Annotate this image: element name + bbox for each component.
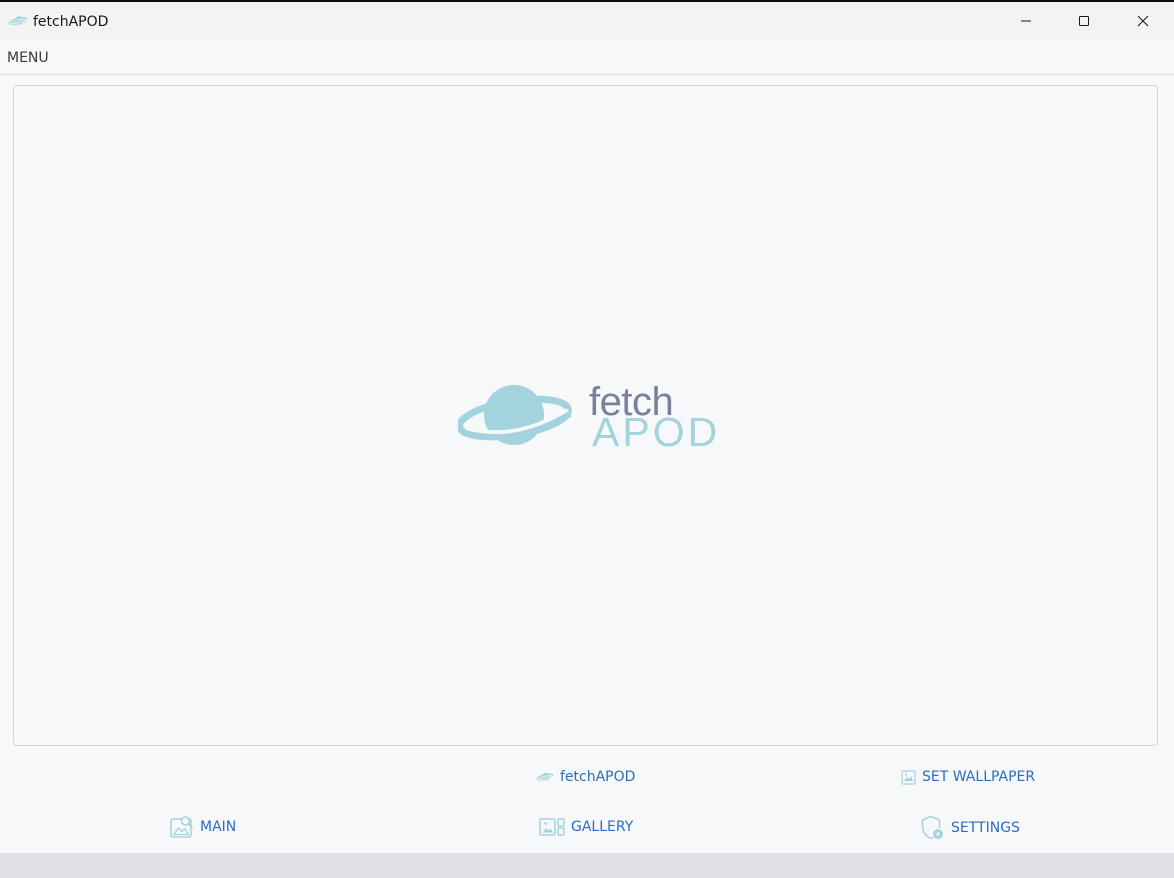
image-search-icon xyxy=(170,816,193,838)
wallpaper-icon xyxy=(901,769,916,785)
image-viewer-panel: fetch APOD xyxy=(13,85,1158,746)
nav-main-label: MAIN xyxy=(200,819,237,835)
gallery-icon xyxy=(539,818,565,836)
close-button[interactable] xyxy=(1114,2,1172,40)
app-window: fetchAPOD MENU fetch APOD fetchAPOD SET … xyxy=(0,0,1174,878)
maximize-button[interactable] xyxy=(1055,2,1113,40)
planet-icon xyxy=(536,772,554,781)
nav-gallery-label: GALLERY xyxy=(571,819,634,835)
planet-icon xyxy=(8,13,28,27)
maximize-icon xyxy=(1079,16,1089,26)
brand-button[interactable]: fetchAPOD xyxy=(536,769,635,785)
nav-main[interactable]: MAIN xyxy=(170,815,236,839)
brand-label: fetchAPOD xyxy=(560,769,636,785)
minimize-icon xyxy=(1021,20,1031,22)
set-wallpaper-label: SET WALLPAPER xyxy=(922,769,1036,785)
app-logo: fetch APOD xyxy=(458,380,728,460)
nav-settings[interactable]: SETTINGS xyxy=(921,815,1020,841)
menu-button[interactable]: MENU xyxy=(7,50,49,66)
shield-settings-icon xyxy=(921,815,945,841)
status-bar xyxy=(0,853,1174,878)
title-bar[interactable]: fetchAPOD xyxy=(0,0,1174,40)
set-wallpaper-button[interactable]: SET WALLPAPER xyxy=(901,769,1035,785)
nav-gallery[interactable]: GALLERY xyxy=(539,817,633,837)
nav-settings-label: SETTINGS xyxy=(951,820,1020,836)
minimize-button[interactable] xyxy=(997,2,1055,40)
close-icon xyxy=(1137,15,1149,27)
menu-bar: MENU xyxy=(0,40,1174,75)
logo-text-apod: APOD xyxy=(592,409,721,455)
window-title: fetchAPOD xyxy=(33,14,109,30)
planet-logo-icon xyxy=(458,385,572,445)
